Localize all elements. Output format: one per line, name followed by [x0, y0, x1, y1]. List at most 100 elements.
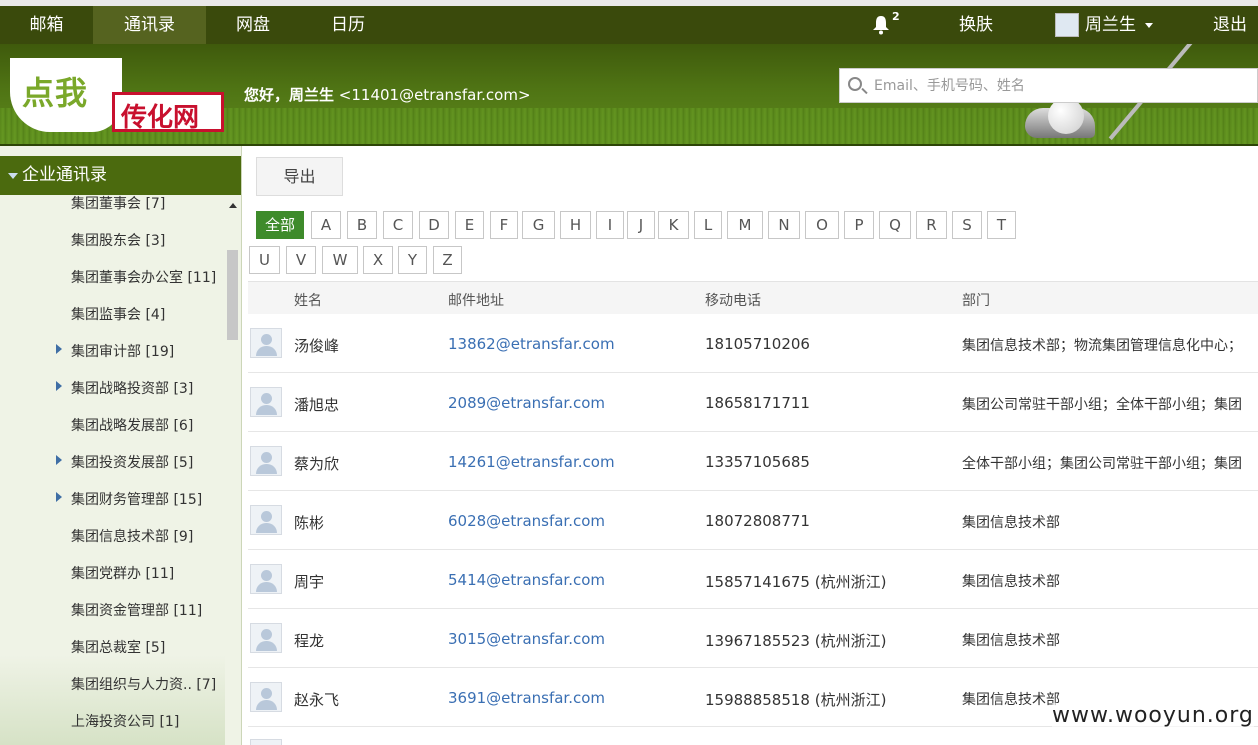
- search-input[interactable]: [874, 69, 1254, 102]
- sidebar-item[interactable]: 集团战略投资部 [3]: [71, 378, 193, 398]
- contact-name[interactable]: 汤俊峰: [294, 335, 339, 356]
- letter-filter[interactable]: J: [627, 211, 655, 239]
- sidebar-item[interactable]: 集团信息技术部 [9]: [71, 526, 193, 546]
- user-menu[interactable]: 周兰生: [1085, 6, 1136, 44]
- avatar[interactable]: [250, 682, 282, 712]
- tab-calendar[interactable]: 日历: [300, 6, 396, 44]
- letter-filter[interactable]: Q: [879, 211, 911, 239]
- sidebar-item[interactable]: 集团组织与人力资.. [7]: [71, 674, 216, 694]
- contact-name[interactable]: 赵永飞: [294, 689, 339, 710]
- sidebar-item[interactable]: 上海投资公司 [1]: [71, 711, 179, 731]
- letter-filter[interactable]: X: [363, 246, 393, 274]
- contact-mobile: 15988858518 (杭州浙江): [705, 691, 887, 709]
- sidebar-item[interactable]: 集团党群办 [11]: [71, 563, 174, 583]
- contact-name[interactable]: 周宇: [294, 571, 324, 592]
- tab-mail[interactable]: 邮箱: [0, 6, 93, 44]
- avatar[interactable]: [250, 623, 282, 653]
- letter-filter[interactable]: G: [522, 211, 555, 239]
- letter-filter[interactable]: S: [952, 211, 982, 239]
- contact-name[interactable]: 陈彬: [294, 512, 324, 533]
- contact-name[interactable]: 蔡为欣: [294, 453, 339, 474]
- sidebar-item[interactable]: 集团资金管理部 [11]: [71, 600, 202, 620]
- contact-email[interactable]: 6028@etransfar.com: [448, 512, 605, 530]
- sidebar-item[interactable]: 集团投资发展部 [5]: [71, 452, 193, 472]
- letter-filter[interactable]: D: [419, 211, 449, 239]
- avatar[interactable]: [250, 387, 282, 417]
- letter-filter[interactable]: U: [249, 246, 280, 274]
- search-icon[interactable]: [848, 77, 862, 91]
- letter-filter[interactable]: W: [322, 246, 358, 274]
- expand-arrow-icon[interactable]: [56, 381, 62, 391]
- sidebar-item[interactable]: 集团董事会办公室 [11]: [71, 267, 216, 287]
- letter-filter[interactable]: F: [490, 211, 518, 239]
- expand-arrow-icon[interactable]: [56, 492, 62, 502]
- avatar[interactable]: [250, 446, 282, 476]
- letter-filter[interactable]: M: [727, 211, 763, 239]
- tab-netdisk[interactable]: 网盘: [206, 6, 300, 44]
- letter-filter[interactable]: E: [455, 211, 484, 239]
- header-email[interactable]: 邮件地址: [448, 290, 504, 310]
- header-dept[interactable]: 部门: [962, 290, 990, 310]
- letter-filter[interactable]: V: [286, 246, 316, 274]
- sidebar-item[interactable]: 集团战略发展部 [6]: [71, 415, 193, 435]
- contact-dept: 集团公司常驻干部小组；全体干部小组；集团: [962, 397, 1242, 413]
- sidebar-item[interactable]: 集团总裁室 [5]: [71, 637, 165, 657]
- letter-filter[interactable]: C: [383, 211, 413, 239]
- watermark: www.wooyun.org: [1052, 703, 1254, 728]
- contact-name[interactable]: 潘旭忠: [294, 394, 339, 415]
- letter-filter[interactable]: R: [916, 211, 947, 239]
- collapse-icon[interactable]: [8, 173, 18, 179]
- tab-contacts[interactable]: 通讯录: [93, 6, 206, 44]
- contact-email[interactable]: 2089@etransfar.com: [448, 394, 605, 412]
- contact-email[interactable]: 3691@etransfar.com: [448, 689, 605, 707]
- expand-arrow-icon[interactable]: [56, 455, 62, 465]
- sidebar-item[interactable]: 集团股东会 [3]: [71, 230, 165, 250]
- expand-arrow-icon[interactable]: [56, 344, 62, 354]
- letter-filter[interactable]: H: [560, 211, 591, 239]
- avatar[interactable]: [250, 564, 282, 594]
- skin-button[interactable]: 换肤: [940, 6, 1012, 44]
- sidebar-item[interactable]: 集团董事会 [7]: [71, 193, 165, 213]
- sidebar-item[interactable]: 集团财务管理部 [15]: [71, 489, 202, 509]
- header-mobile[interactable]: 移动电话: [705, 290, 761, 310]
- contact-email[interactable]: 5414@etransfar.com: [448, 571, 605, 589]
- letter-filter[interactable]: O: [805, 211, 839, 239]
- letter-filter[interactable]: B: [347, 211, 377, 239]
- contact-name[interactable]: 程龙: [294, 630, 324, 651]
- letter-filter[interactable]: Z: [433, 246, 462, 274]
- letter-filter[interactable]: L: [694, 211, 722, 239]
- letter-filter[interactable]: I: [596, 211, 624, 239]
- scrollbar-thumb[interactable]: [227, 250, 238, 340]
- contact-email[interactable]: 14261@etransfar.com: [448, 453, 615, 471]
- chevron-down-icon[interactable]: [1145, 23, 1153, 28]
- letter-filter[interactable]: A: [311, 211, 341, 239]
- top-nav: 邮箱 通讯录 网盘 日历 2 换肤 周兰生 退出: [0, 0, 1258, 44]
- sidebar-item[interactable]: 集团监事会 [4]: [71, 304, 165, 324]
- logo[interactable]: 点我 传化网: [10, 58, 224, 133]
- letter-filter[interactable]: K: [658, 211, 689, 239]
- avatar: [250, 739, 282, 745]
- table-row[interactable]: 周宇 5414@etransfar.com 15857141675 (杭州浙江)…: [248, 550, 1258, 609]
- avatar[interactable]: [1055, 13, 1079, 37]
- scroll-up-icon[interactable]: [229, 203, 237, 208]
- logout-button[interactable]: 退出: [1198, 6, 1258, 44]
- header-name[interactable]: 姓名: [294, 290, 322, 310]
- table-row[interactable]: 程龙 3015@etransfar.com 13967185523 (杭州浙江)…: [248, 609, 1258, 668]
- letter-filter[interactable]: Y: [398, 246, 427, 274]
- letter-filter[interactable]: N: [768, 211, 800, 239]
- letter-filter-all[interactable]: 全部: [256, 211, 304, 239]
- table-row[interactable]: 陈彬 6028@etransfar.com 18072808771 集团信息技术…: [248, 491, 1258, 550]
- avatar[interactable]: [250, 328, 282, 358]
- letter-filter[interactable]: P: [844, 211, 874, 239]
- sidebar-item[interactable]: 集团审计部 [19]: [71, 341, 174, 361]
- export-button[interactable]: 导出: [256, 157, 343, 196]
- table-row[interactable]: 潘旭忠 2089@etransfar.com 18658171711 集团公司常…: [248, 373, 1258, 432]
- letter-filter[interactable]: T: [987, 211, 1016, 239]
- bell-icon[interactable]: [872, 15, 890, 35]
- table-row[interactable]: 蔡为欣 14261@etransfar.com 13357105685 全体干部…: [248, 432, 1258, 491]
- avatar[interactable]: [250, 505, 282, 535]
- contact-email[interactable]: 3015@etransfar.com: [448, 630, 605, 648]
- contact-email[interactable]: 13862@etransfar.com: [448, 335, 615, 353]
- sidebar-title[interactable]: 企业通讯录: [0, 156, 241, 195]
- table-row[interactable]: 汤俊峰 13862@etransfar.com 18105710206 集团信息…: [248, 314, 1258, 373]
